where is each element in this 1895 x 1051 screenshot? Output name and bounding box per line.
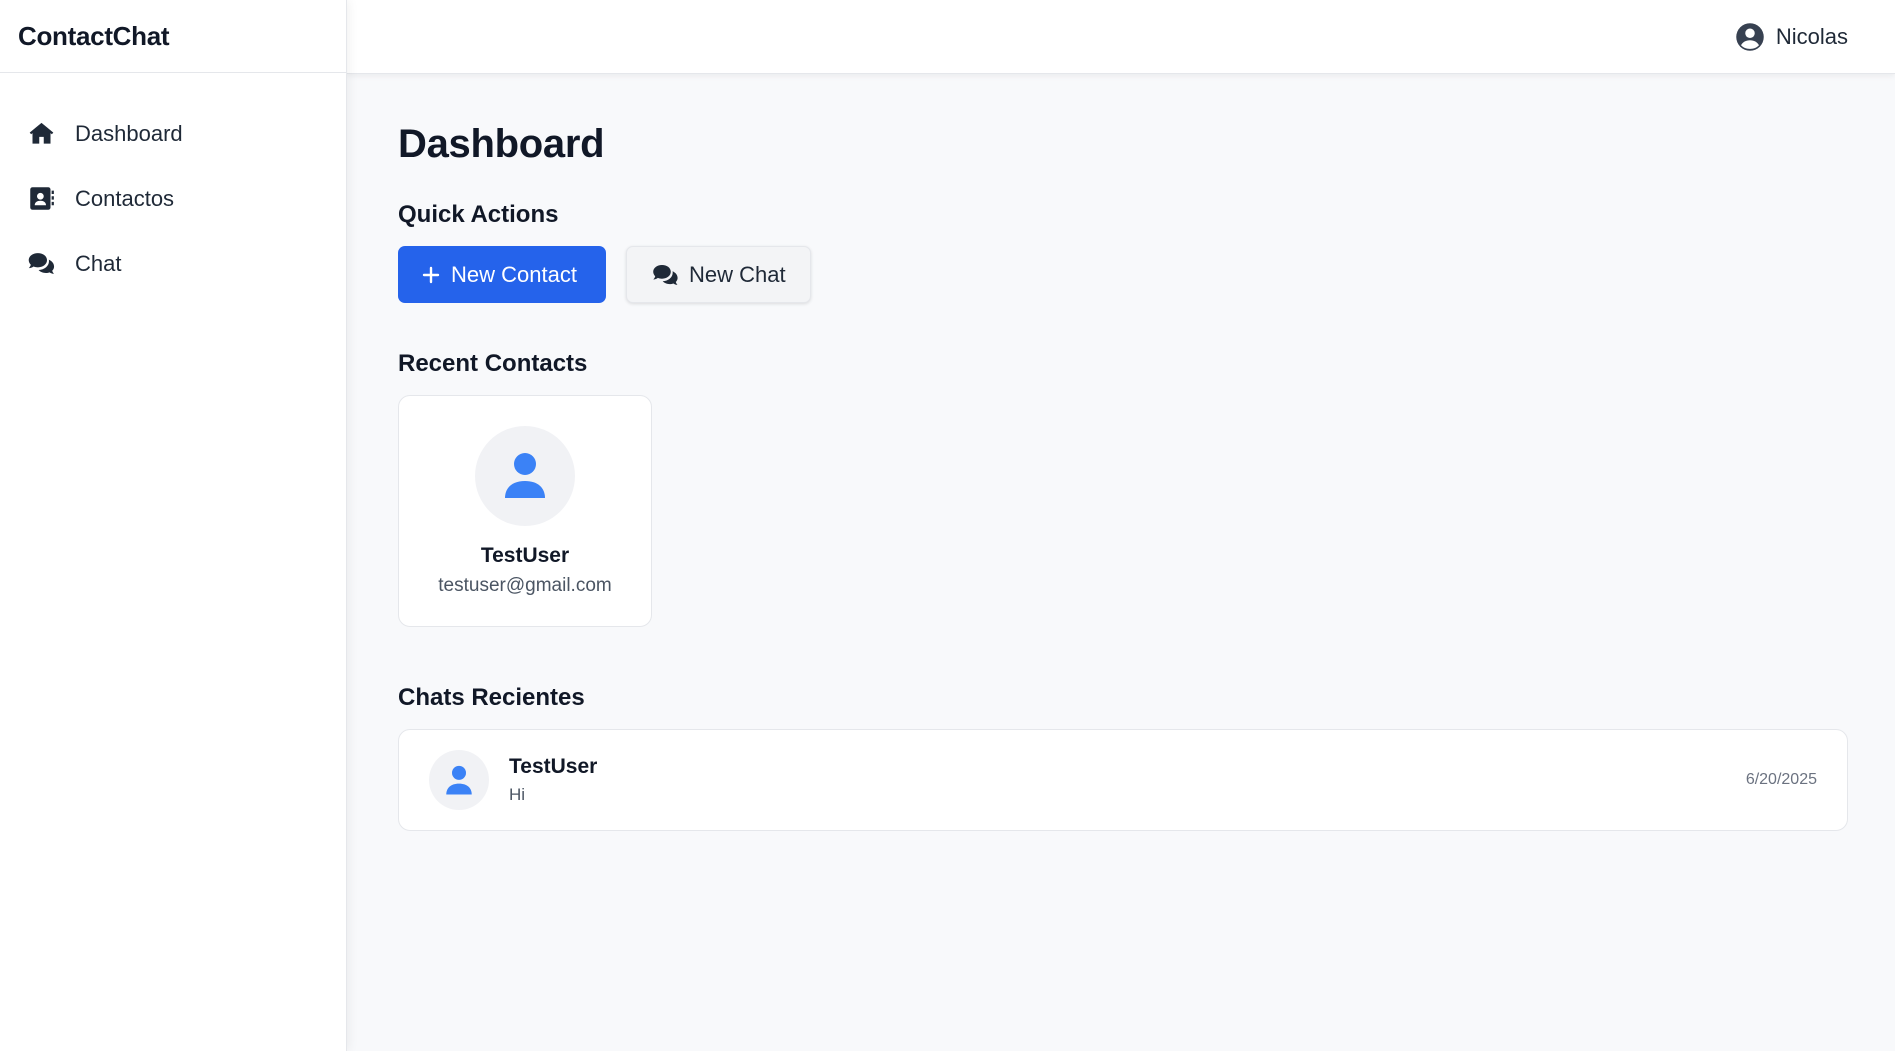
- new-contact-button[interactable]: New Contact: [398, 246, 606, 303]
- new-chat-button[interactable]: New Chat: [626, 246, 811, 303]
- user-icon: [505, 453, 545, 498]
- recent-chats-title: Chats Recientes: [398, 684, 585, 711]
- chat-text: TestUser Hi: [509, 755, 1746, 805]
- brand-logo[interactable]: ContactChat: [0, 0, 346, 73]
- contact-name: TestUser: [480, 544, 570, 567]
- app-root: ContactChat Dashboard Contactos Chat Nic…: [0, 0, 1895, 1051]
- new-contact-label: New Contact: [451, 261, 577, 287]
- page-title: Dashboard: [398, 122, 605, 166]
- comments-icon: [27, 250, 55, 278]
- quick-actions-title: Quick Actions: [398, 201, 559, 228]
- user-name: Nicolas: [1775, 23, 1848, 49]
- sidebar-item-chat[interactable]: Chat: [0, 231, 346, 296]
- plus-icon: [422, 266, 440, 283]
- sidebar-nav: Dashboard Contactos Chat: [0, 73, 346, 296]
- sidebar-item-dashboard[interactable]: Dashboard: [0, 101, 346, 166]
- new-chat-label: New Chat: [689, 261, 786, 287]
- sidebar-item-contactos[interactable]: Contactos: [0, 166, 346, 231]
- chat-list-item[interactable]: TestUser Hi 6/20/2025: [398, 729, 1848, 831]
- main-area: Nicolas Dashboard Quick Actions New Cont…: [347, 0, 1895, 1051]
- topbar: Nicolas: [347, 0, 1895, 74]
- dashboard-content: Dashboard Quick Actions New Contact New …: [347, 74, 1895, 831]
- user-icon: [446, 765, 472, 794]
- user-menu[interactable]: Nicolas: [1735, 22, 1848, 52]
- contact-card[interactable]: TestUser testuser@gmail.com: [398, 395, 652, 627]
- chat-date: 6/20/2025: [1745, 771, 1817, 788]
- sidebar-item-label: Chat: [75, 250, 122, 276]
- sidebar: ContactChat Dashboard Contactos Chat: [0, 0, 347, 1051]
- contact-email: testuser@gmail.com: [438, 575, 612, 596]
- avatar: [429, 750, 489, 810]
- sidebar-item-label: Contactos: [75, 185, 175, 211]
- sidebar-item-label: Dashboard: [75, 120, 183, 146]
- recent-contacts-title: Recent Contacts: [398, 350, 588, 377]
- quick-actions: New Contact New Chat: [398, 246, 1848, 303]
- chat-contact-name: TestUser: [509, 755, 598, 778]
- avatar: [475, 426, 575, 526]
- user-circle-icon: [1736, 22, 1764, 51]
- chat-last-message: Hi: [509, 785, 526, 804]
- address-book-icon: [27, 185, 55, 213]
- comments-icon: [653, 264, 678, 285]
- home-icon: [27, 120, 55, 148]
